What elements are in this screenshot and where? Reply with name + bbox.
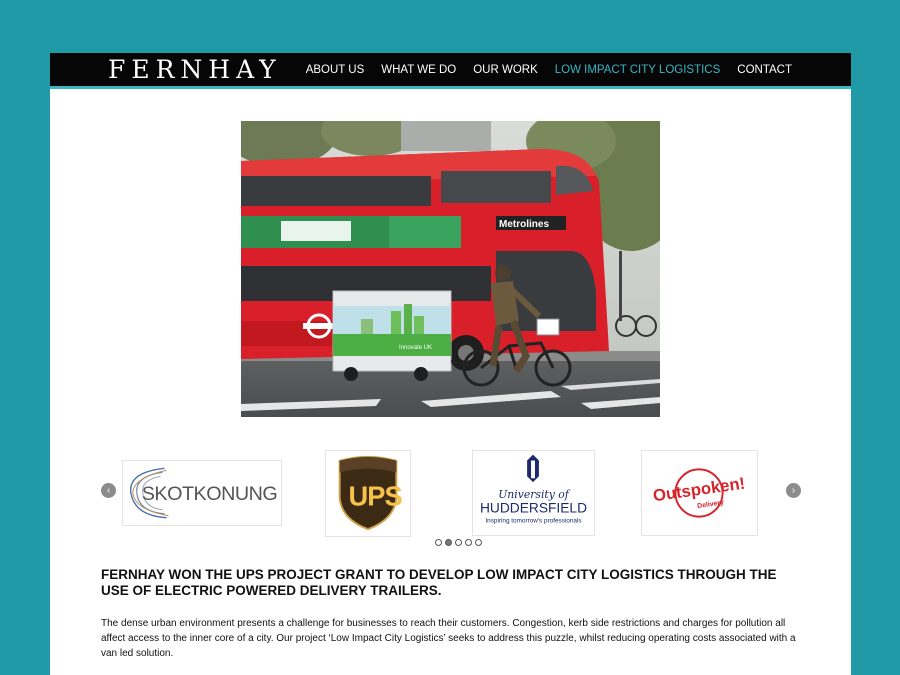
outspoken-logo-icon: Outspoken! Delivery bbox=[652, 468, 746, 518]
carousel-pagination bbox=[435, 539, 482, 546]
hero-image: Metrolines Innovate UK bbox=[241, 121, 660, 417]
huddersfield-tagline: Inspiring tomorrow's professionals bbox=[485, 518, 581, 525]
carousel-dot[interactable] bbox=[475, 539, 482, 546]
site-header: FERNHAY ABOUT US WHAT WE DO OUR WORK LOW… bbox=[50, 53, 851, 89]
outspoken-line1: Outspoken! bbox=[652, 474, 746, 506]
partner-logo-huddersfield[interactable]: University of HUDDERSFIELD Inspiring tom… bbox=[472, 450, 595, 536]
bus-destination-text: Metrolines bbox=[499, 219, 549, 230]
outspoken-line2: Delivery bbox=[697, 499, 725, 510]
huddersfield-line1: University of bbox=[498, 488, 571, 501]
site-logo[interactable]: FERNHAY bbox=[108, 52, 282, 88]
nav-low-impact-city-logistics[interactable]: LOW IMPACT CITY LOGISTICS bbox=[555, 64, 721, 76]
main-nav: ABOUT US WHAT WE DO OUR WORK LOW IMPACT … bbox=[306, 64, 792, 76]
nav-about-us[interactable]: ABOUT US bbox=[306, 64, 365, 76]
ups-logo-text: UPS bbox=[348, 481, 402, 512]
partner-logo-skotkonung[interactable]: SKOTKONUNG bbox=[122, 460, 282, 526]
browser-page: FERNHAY ABOUT US WHAT WE DO OUR WORK LOW… bbox=[50, 53, 851, 675]
hero-photo-bus-and-cargo-bike: Metrolines Innovate UK bbox=[241, 121, 660, 417]
intro-paragraph: The dense urban environment presents a c… bbox=[101, 618, 796, 659]
nav-what-we-do[interactable]: WHAT WE DO bbox=[381, 64, 456, 76]
carousel-dot[interactable] bbox=[455, 539, 462, 546]
nav-our-work[interactable]: OUR WORK bbox=[473, 64, 538, 76]
huddersfield-line2: HUDDERSFIELD bbox=[480, 501, 587, 516]
carousel-dot[interactable] bbox=[465, 539, 472, 546]
carousel-next-arrow-icon[interactable]: › bbox=[786, 483, 801, 498]
skotkonung-logo-text: SKOTKONUNG bbox=[142, 483, 278, 505]
carousel-prev-arrow-icon[interactable]: ‹ bbox=[101, 483, 116, 498]
page-headline: FERNHAY WON THE UPS PROJECT GRANT TO DEV… bbox=[101, 567, 777, 598]
partner-logo-carousel: ‹ SKOTKONUNG UPS University of HUDDERSFI… bbox=[50, 448, 851, 548]
partner-logo-outspoken[interactable]: Outspoken! Delivery bbox=[641, 450, 758, 536]
huddersfield-crest-icon: University of HUDDERSFIELD Inspiring tom… bbox=[480, 454, 587, 525]
carousel-dot-active[interactable] bbox=[445, 539, 452, 546]
partner-logo-ups[interactable]: UPS bbox=[325, 450, 411, 537]
carousel-dot[interactable] bbox=[435, 539, 442, 546]
nav-contact[interactable]: CONTACT bbox=[737, 64, 792, 76]
trailer-text: Innovate UK bbox=[399, 345, 432, 351]
skotkonung-logo-icon: SKOTKONUNG bbox=[130, 467, 278, 519]
ups-shield-icon: UPS bbox=[338, 455, 403, 531]
